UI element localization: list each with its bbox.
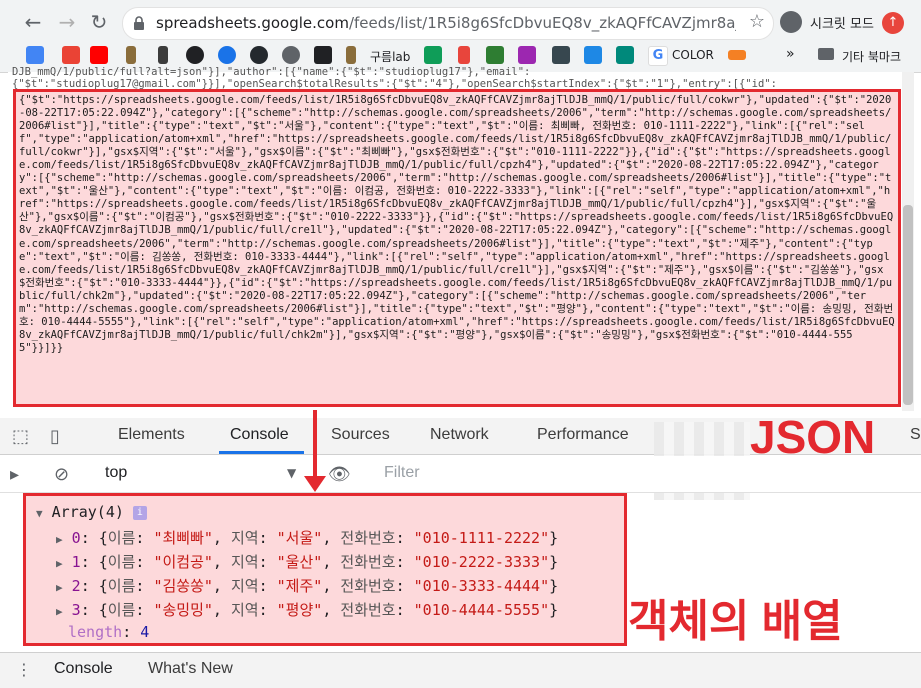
array-item-3[interactable]: ▶ 3: {이름: "송밍밍", 지역: "평양", 전화번호: "010-44… xyxy=(56,599,558,620)
bookmark-icon[interactable] xyxy=(346,46,356,64)
clear-console-icon[interactable]: ⊘ xyxy=(54,464,74,485)
json-faded-line: DJB_mmQ/1/public/full?alt=json"}],"autho… xyxy=(12,66,531,78)
update-icon[interactable]: ↑ xyxy=(882,12,904,34)
tab-sources[interactable]: Sources xyxy=(331,426,390,444)
bookmark-icon[interactable] xyxy=(424,46,442,64)
terminal-bookmark-icon[interactable] xyxy=(314,46,332,64)
active-tab-indicator xyxy=(219,451,304,454)
tab-console[interactable]: Console xyxy=(230,426,289,444)
tab-cut-off[interactable]: S xyxy=(910,426,921,444)
array-summary[interactable]: ▼ Array(4) i xyxy=(36,503,147,521)
json-response-text: {"$t":"https://spreadsheets.google.com/f… xyxy=(19,94,895,354)
reload-icon[interactable]: ↻ xyxy=(86,9,112,35)
collapse-triangle-icon[interactable]: ▶ xyxy=(56,557,63,570)
youtube-bookmark-icon[interactable] xyxy=(90,46,108,64)
array-length: length: 4 xyxy=(68,623,150,641)
json-highlight-box: {"$t":"https://spreadsheets.google.com/f… xyxy=(13,89,901,407)
info-icon[interactable]: i xyxy=(132,505,147,520)
drawer-menu-icon[interactable]: ⋮ xyxy=(16,660,32,679)
bookmarks-more-icon[interactable]: » xyxy=(786,46,795,62)
inspect-element-icon[interactable]: ⬚ xyxy=(12,426,32,447)
array-item-1[interactable]: ▶ 1: {이름: "이컴공", 지역: "울산", 전화번호: "010-22… xyxy=(56,551,558,572)
dropdown-arrow-icon[interactable]: ▼ xyxy=(287,466,296,480)
expand-triangle-icon[interactable]: ▼ xyxy=(36,507,43,520)
google-bookmark-icon[interactable]: G xyxy=(648,46,668,66)
folder-icon xyxy=(818,48,834,60)
sidebar-toggle-icon[interactable]: ▸ xyxy=(10,464,30,485)
gmail-bookmark-icon[interactable] xyxy=(62,46,80,64)
filter-input[interactable]: Filter xyxy=(384,464,420,482)
devtools-drawer xyxy=(0,652,921,688)
tab-network[interactable]: Network xyxy=(430,426,489,444)
maps-bookmark-icon[interactable] xyxy=(218,46,236,64)
array-item-0[interactable]: ▶ 0: {이름: "최삐빠", 지역: "서울", 전화번호: "010-11… xyxy=(56,527,558,548)
bookmark-other[interactable]: 기타 북마크 xyxy=(842,48,901,65)
bookmark-icon[interactable] xyxy=(616,46,634,64)
bookmark-icon[interactable] xyxy=(552,46,570,64)
lock-icon xyxy=(134,16,144,30)
annotation-arrow xyxy=(313,410,317,480)
object-array-annotation-label: 객체의 배열 xyxy=(628,597,843,646)
globe-bookmark-icon[interactable] xyxy=(186,46,204,64)
console-toolbar xyxy=(0,456,921,493)
cloud-bookmark-icon[interactable] xyxy=(728,50,746,60)
collapse-triangle-icon[interactable]: ▶ xyxy=(56,605,63,618)
bookmark-icon[interactable] xyxy=(158,46,168,64)
url-text: spreadsheets.google.com/feeds/list/1R5i8… xyxy=(156,14,736,32)
bookmark-icon[interactable] xyxy=(486,46,504,64)
bookmark-goormlab[interactable]: 구름lab xyxy=(370,48,410,65)
collapse-triangle-icon[interactable]: ▶ xyxy=(56,533,63,546)
github-bookmark-icon[interactable] xyxy=(250,46,268,64)
bookmark-color[interactable]: COLOR xyxy=(672,48,714,62)
scrollbar-thumb[interactable] xyxy=(903,205,913,405)
incognito-icon[interactable] xyxy=(780,11,802,33)
back-icon[interactable]: ← xyxy=(20,9,46,35)
device-toggle-icon[interactable]: ▯ xyxy=(50,426,70,447)
drawer-tab-whats-new[interactable]: What's New xyxy=(148,660,233,678)
bookmark-icon[interactable] xyxy=(518,46,536,64)
bookmark-icon[interactable] xyxy=(126,46,136,64)
annotation-arrow-head xyxy=(304,476,326,492)
live-expression-eye-icon[interactable]: 👁 xyxy=(328,464,351,485)
calendar-bookmark-icon[interactable] xyxy=(26,46,44,64)
incognito-label: 시크릿 모드 xyxy=(810,17,874,32)
bookmark-icon[interactable] xyxy=(282,46,300,64)
bookmark-star-icon[interactable]: ☆ xyxy=(749,11,765,32)
array-item-2[interactable]: ▶ 2: {이름: "김쏭쏭", 지역: "제주", 전화번호: "010-33… xyxy=(56,575,558,596)
context-selector[interactable]: top xyxy=(105,464,127,482)
address-bar[interactable]: spreadsheets.google.com/feeds/list/1R5i8… xyxy=(122,7,774,40)
drawer-tab-console[interactable]: Console xyxy=(54,660,113,678)
json-bookmark-icon[interactable] xyxy=(584,46,602,64)
bookmark-icon[interactable] xyxy=(458,46,470,64)
tab-performance[interactable]: Performance xyxy=(537,426,629,444)
tab-elements[interactable]: Elements xyxy=(118,426,185,444)
forward-icon[interactable]: → xyxy=(54,9,80,35)
collapse-triangle-icon[interactable]: ▶ xyxy=(56,581,63,594)
